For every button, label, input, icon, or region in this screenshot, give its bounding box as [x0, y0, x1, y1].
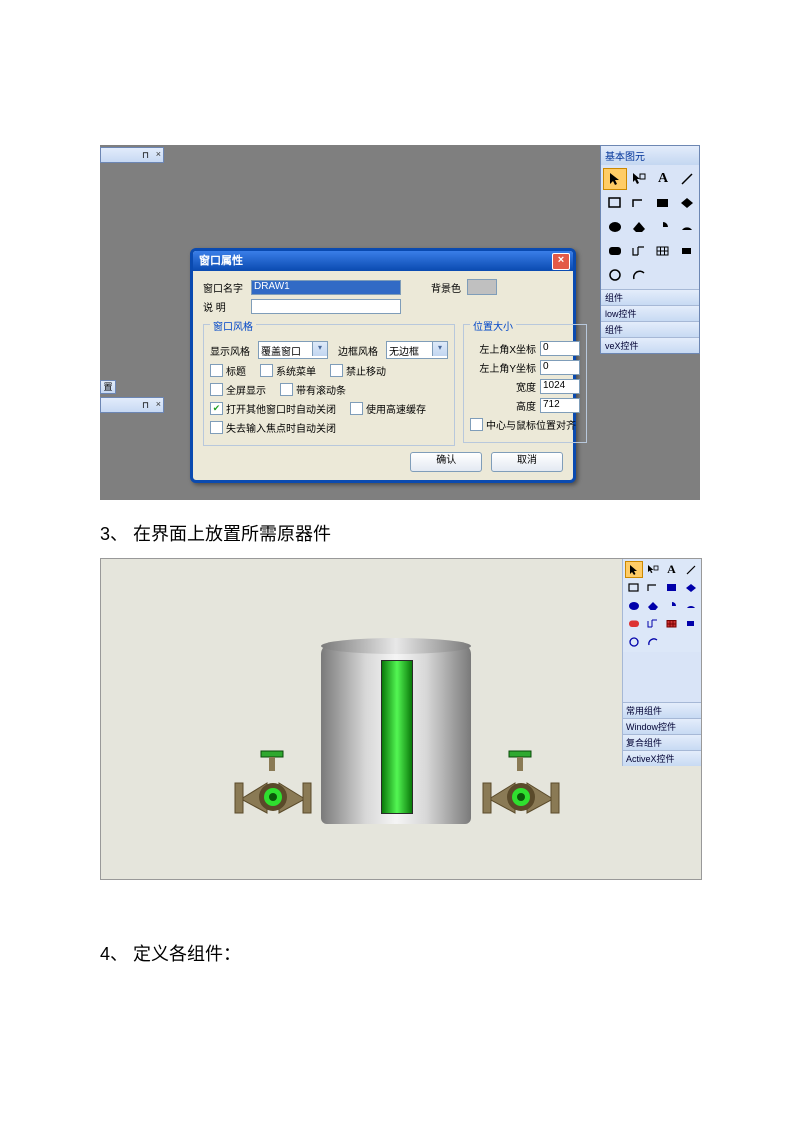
chord-tool[interactable]: [682, 597, 700, 614]
display-style-label: 显示风格: [210, 343, 258, 358]
ring-tool[interactable]: [625, 633, 643, 650]
palette-section[interactable]: low控件: [601, 305, 699, 321]
dialog-titlebar[interactable]: 窗口属性 ×: [193, 251, 573, 271]
tank-component[interactable]: [321, 644, 471, 824]
pie-tool[interactable]: [651, 216, 675, 238]
tool-palette: 基本图元 A 组件: [600, 145, 700, 354]
rhombus-tool[interactable]: [682, 579, 700, 596]
grid-tool[interactable]: [651, 240, 675, 262]
y-label: 左上角Y坐标: [470, 360, 536, 375]
cb-center-mouse[interactable]: 中心与鼠标位置对齐: [470, 417, 576, 432]
filled-rect-tool[interactable]: [651, 192, 675, 214]
step-line-tool[interactable]: [644, 615, 662, 632]
palette-section[interactable]: 常用组件: [623, 702, 701, 718]
w-label: 宽度: [470, 379, 536, 394]
close-icon[interactable]: ×: [552, 253, 570, 270]
x-label: 左上角X坐标: [470, 341, 536, 356]
polyline-tool[interactable]: [644, 579, 662, 596]
size-group-title: 位置大小: [470, 318, 516, 333]
screenshot-dialog: ⊓ × 置 ⊓ × 基本图元 A: [100, 145, 700, 500]
style-group: 窗口风格 显示风格 覆盖窗口▾ 边框风格 无边框▾ 标题 系统菜单 禁止移动: [203, 324, 455, 446]
arc-tool[interactable]: [627, 264, 651, 286]
filled-rect-tool[interactable]: [663, 579, 681, 596]
tank-level-indicator: [381, 660, 413, 814]
pie-tool[interactable]: [663, 597, 681, 614]
collapsed-caption: 置: [100, 380, 116, 394]
pointer-rect-tool[interactable]: [644, 561, 662, 578]
valve-left[interactable]: [231, 749, 315, 819]
arc-tool[interactable]: [644, 633, 662, 650]
name-label: 窗口名字: [203, 280, 251, 295]
cb-title[interactable]: 标题: [210, 363, 246, 378]
window-name-input[interactable]: DRAW1: [251, 280, 401, 295]
y-input[interactable]: 0: [540, 360, 580, 375]
ellipse-tool[interactable]: [603, 216, 627, 238]
chevron-down-icon: ▾: [312, 342, 327, 356]
text-tool[interactable]: A: [663, 561, 681, 578]
palette-section[interactable]: 组件: [601, 289, 699, 305]
chevron-down-icon: ▾: [432, 342, 447, 356]
ring-tool[interactable]: [603, 264, 627, 286]
rhombus-tool[interactable]: [675, 192, 699, 214]
style-group-title: 窗口风格: [210, 318, 256, 333]
cb-fastcache[interactable]: 使用高速缓存: [350, 401, 426, 416]
w-input[interactable]: 1024: [540, 379, 580, 394]
cb-fullscreen[interactable]: 全屏显示: [210, 382, 266, 397]
filled-rect2-tool[interactable]: [682, 615, 700, 632]
dock-panel-bottom: ⊓ ×: [100, 397, 164, 413]
dock-panel-top: ⊓ ×: [100, 147, 164, 163]
palette-section[interactable]: 组件: [601, 321, 699, 337]
h-label: 高度: [470, 398, 536, 413]
close-icon[interactable]: ×: [156, 399, 161, 409]
rect-tool[interactable]: [603, 192, 627, 214]
step-line-tool[interactable]: [627, 240, 651, 262]
palette-title: 基本图元: [601, 146, 699, 165]
palette-section[interactable]: 复合组件: [623, 734, 701, 750]
pointer-rect-tool[interactable]: [627, 168, 651, 190]
polygon-tool[interactable]: [644, 597, 662, 614]
desc-input[interactable]: [251, 299, 401, 314]
bgcolor-label: 背景色: [431, 280, 467, 295]
border-style-label: 边框风格: [338, 343, 386, 358]
polyline-tool[interactable]: [627, 192, 651, 214]
border-style-combo[interactable]: 无边框▾: [386, 341, 448, 359]
pointer-tool[interactable]: [603, 168, 627, 190]
cb-nomove[interactable]: 禁止移动: [330, 363, 386, 378]
close-icon[interactable]: ×: [156, 149, 161, 159]
round-rect-tool[interactable]: [625, 615, 643, 632]
screenshot-canvas: A 常用组件 Window控件 复合组件 Ac: [100, 558, 702, 880]
dialog-title: 窗口属性: [199, 255, 243, 267]
x-input[interactable]: 0: [540, 341, 580, 356]
window-properties-dialog: 窗口属性 × 窗口名字 DRAW1 背景色 说 明 窗口风格: [190, 248, 576, 483]
chord-tool[interactable]: [675, 216, 699, 238]
step-3-text: 3、 在界面上放置所需原器件: [100, 520, 700, 546]
cb-scrollbar[interactable]: 带有滚动条: [280, 382, 346, 397]
ok-button[interactable]: 确认: [410, 452, 482, 472]
desc-label: 说 明: [203, 299, 251, 314]
line-tool[interactable]: [675, 168, 699, 190]
cb-autoclose-other[interactable]: ✔打开其他窗口时自动关闭: [210, 401, 336, 416]
ellipse-tool[interactable]: [625, 597, 643, 614]
palette-section[interactable]: ActiveX控件: [623, 750, 701, 766]
grid-tool[interactable]: [663, 615, 681, 632]
cb-sysmenu[interactable]: 系统菜单: [260, 363, 316, 378]
bgcolor-swatch[interactable]: [467, 279, 497, 295]
display-style-combo[interactable]: 覆盖窗口▾: [258, 341, 328, 359]
round-rect-tool[interactable]: [603, 240, 627, 262]
h-input[interactable]: 712: [540, 398, 580, 413]
cancel-button[interactable]: 取消: [491, 452, 563, 472]
size-group: 位置大小 左上角X坐标0 左上角Y坐标0 宽度1024 高度712 中心与鼠标位…: [463, 324, 587, 443]
cb-autoclose-focus[interactable]: 失去输入焦点时自动关闭: [210, 420, 336, 435]
text-tool[interactable]: A: [651, 168, 675, 190]
palette-section[interactable]: Window控件: [623, 718, 701, 734]
step-4-text: 4、 定义各组件：: [100, 940, 700, 966]
filled-rect2-tool[interactable]: [675, 240, 699, 262]
polygon-tool[interactable]: [627, 216, 651, 238]
rect-tool[interactable]: [625, 579, 643, 596]
palette-section[interactable]: veX控件: [601, 337, 699, 353]
pointer-tool[interactable]: [625, 561, 643, 578]
tool-palette-2: A 常用组件 Window控件 复合组件 Ac: [622, 559, 701, 766]
valve-right[interactable]: [479, 749, 563, 819]
line-tool[interactable]: [682, 561, 700, 578]
